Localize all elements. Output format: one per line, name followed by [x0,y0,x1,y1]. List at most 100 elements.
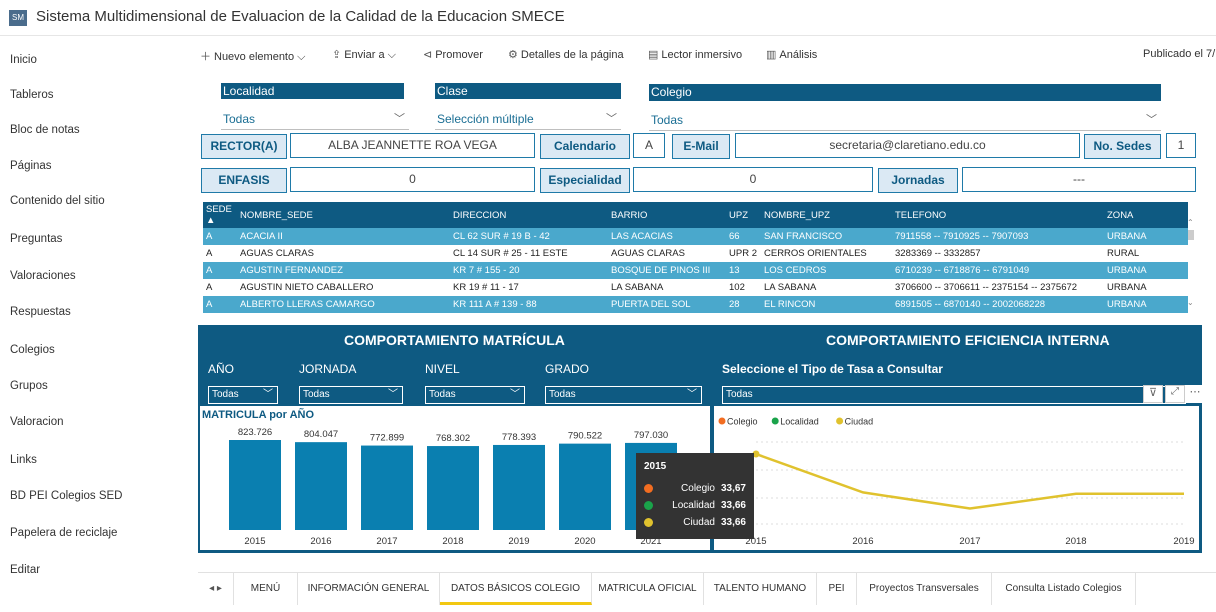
clase-dropdown[interactable]: Selección múltiple ﹀ [435,108,621,130]
enfasis-label: ENFASIS [201,168,287,193]
table-cell: AGUAS CLARAS [608,245,726,262]
table-cell: 3283369 -- 3332857 [892,245,1104,262]
data-label: 823.726 [238,427,272,438]
bar [493,444,545,530]
x-tick-label: 2018 [442,536,463,547]
colegio-label: Colegio [649,84,1161,101]
nav-item-papelera[interactable]: Papelera de reciclaje [10,527,117,539]
page-details-button[interactable]: ⚙ Detalles de la página [508,48,624,61]
tab-datos-basicos-colegio[interactable]: DATOS BÁSICOS COLEGIO [440,573,592,605]
nav-item-valoraciones[interactable]: Valoraciones [10,270,76,282]
table-row[interactable]: A AGUAS CLARAS CL 14 SUR # 25 - 11 ESTE AGU… [203,245,1188,262]
grado-dropdown[interactable]: Todas ﹀ [545,386,702,404]
filter-icon[interactable]: ⊽ [1143,385,1163,403]
ano-dropdown[interactable]: Todas ﹀ [208,386,278,404]
nav-item-editar[interactable]: Editar [10,564,40,576]
eficiencia-chart[interactable]: Colegio Localidad Ciudad 2015 2016 2017 2018 20… [714,385,1205,550]
matricula-bar-chart: MATRICULA por AÑO 823.726 2015 804.047 2016 7… [202,408,677,547]
table-row[interactable]: A AGUSTIN FERNANDEZ KR 7 # 155 - 20 BOSQUE … [203,262,1188,279]
data-label: 778.393 [502,432,536,443]
gear-icon: ⚙ [508,49,518,61]
more-options-icon[interactable]: ⋯ [1185,385,1205,403]
sedes-table[interactable]: SEDE ▲ NOMBRE_SEDE DIRECCION BARRIO UPZ N… [203,202,1196,322]
column-header[interactable]: NOMBRE_SEDE [237,202,450,228]
table-row[interactable]: A AGUSTIN NIETO CABALLERO KR 19 # 11 - 17 L… [203,279,1188,296]
bar [427,446,479,530]
nivel-slicer-label: NIVEL [425,362,460,376]
table-row[interactable]: A ACACIA II CL 62 SUR # 19 B - 42 LAS ACACI… [203,228,1188,245]
sort-up-icon: ▲ [206,215,216,226]
bar [295,442,347,530]
nav-item-tableros[interactable]: Tableros [10,89,53,101]
nav-item-inicio[interactable]: Inicio [10,54,37,66]
nav-item-contenido-del-sitio[interactable]: Contenido del sitio [10,195,105,207]
data-label: 772.899 [370,433,404,444]
column-header[interactable]: UPZ [726,202,761,228]
tab-matricula-oficial[interactable]: MATRICULA OFICIAL [592,573,704,605]
data-label: 790.522 [568,431,602,442]
column-header[interactable]: DIRECCION [450,202,608,228]
tab-proyectos-transversales[interactable]: Proyectos Transversales [857,573,992,605]
nav-item-colegios[interactable]: Colegios [10,344,55,356]
jornadas-value: --- [962,167,1196,192]
localidad-dropdown[interactable]: Todas ﹀ [221,108,409,130]
bar [361,445,413,530]
x-tick-label: 2020 [574,536,595,547]
chart-icon: ▥ [766,49,777,61]
immersive-reader-button[interactable]: ▤ Lector inmersivo [648,48,742,61]
new-item-button[interactable]: ＋ Nuevo elemento ⌵ [200,48,306,64]
scroll-up-icon[interactable]: ⌃ [1187,218,1194,227]
x-tick-label: 2017 [376,536,397,547]
chevron-down-icon: ﹀ [1146,114,1157,126]
nav-item-bd-pei[interactable]: BD PEI Colegios SED [10,490,123,502]
tab-nav-arrows[interactable]: ◂ ▸ [198,573,234,605]
table-cell: ACACIA II [237,228,450,245]
column-header[interactable]: ZONA [1104,202,1188,228]
colegio-dropdown[interactable]: Todas ﹀ [649,109,1161,131]
table-cell: URBANA [1104,279,1188,296]
nivel-dropdown[interactable]: Todas ﹀ [425,386,525,404]
scroll-down-icon[interactable]: ⌄ [1187,298,1194,307]
column-header[interactable]: SEDE ▲ [203,202,237,228]
reader-icon: ▤ [648,49,659,61]
table-scrollbar[interactable]: ⌃ ⌄ [1187,218,1195,314]
email-value: secretaria@claretiano.edu.co [735,133,1080,158]
column-header[interactable]: TELEFONO [892,202,1104,228]
column-header[interactable]: BARRIO [608,202,726,228]
nav-item-links[interactable]: Links [10,454,37,466]
column-header[interactable]: NOMBRE_UPZ [761,202,892,228]
tasa-dropdown[interactable]: Todas [722,386,1186,404]
calendario-label: Calendario [540,134,630,159]
send-to-button[interactable]: ⇪ Enviar a ⌵ [332,48,396,62]
ano-slicer-label: AÑO [208,362,235,376]
analytics-button[interactable]: ▥ Análisis [766,48,817,61]
site-title[interactable]: Sistema Multidimensional de Evaluacion d… [36,8,565,25]
table-row[interactable]: A ALBERTO LLERAS CAMARGO KR 111 A # 139 - … [203,296,1188,313]
tab-pei[interactable]: PEI [817,573,857,605]
tab-menu[interactable]: MENÚ [234,573,298,605]
nav-item-respuestas[interactable]: Respuestas [10,306,71,318]
x-tick-label: 2019 [508,536,529,547]
scrollbar-thumb[interactable] [1188,230,1194,240]
tooltip-year: 2015 [644,461,667,472]
especialidad-value: 0 [633,167,873,192]
rector-value: ALBA JEANNETTE ROA VEGA [290,133,535,158]
site-logo[interactable]: SM [9,10,27,26]
nav-item-paginas[interactable]: Páginas [10,160,52,172]
promote-button[interactable]: ⊲ Promover [423,48,483,61]
nav-item-bloc-de-notas[interactable]: Bloc de notas [10,124,80,136]
tab-consulta-listado-colegios[interactable]: Consulta Listado Colegios [992,573,1136,605]
chevron-down-icon: ⌵ [297,51,306,63]
nav-item-preguntas[interactable]: Preguntas [10,233,62,245]
tab-informacion-general[interactable]: INFORMACIÓN GENERAL [298,573,440,605]
chevron-down-icon: ﹀ [687,389,697,400]
nav-item-valoracion[interactable]: Valoracion [10,416,64,428]
focus-mode-icon[interactable]: ⤢ [1165,385,1185,403]
matricula-chart[interactable]: MATRICULA por AÑO 823.726 2015 804.047 2016 7… [200,406,710,550]
nav-item-grupos[interactable]: Grupos [10,380,48,392]
table-cell: 28 [726,296,761,313]
table-cell: 13 [726,262,761,279]
jornada-dropdown[interactable]: Todas ﹀ [299,386,403,404]
chart-title: MATRICULA por AÑO [202,408,314,421]
tab-talento-humano[interactable]: TALENTO HUMANO [704,573,817,605]
